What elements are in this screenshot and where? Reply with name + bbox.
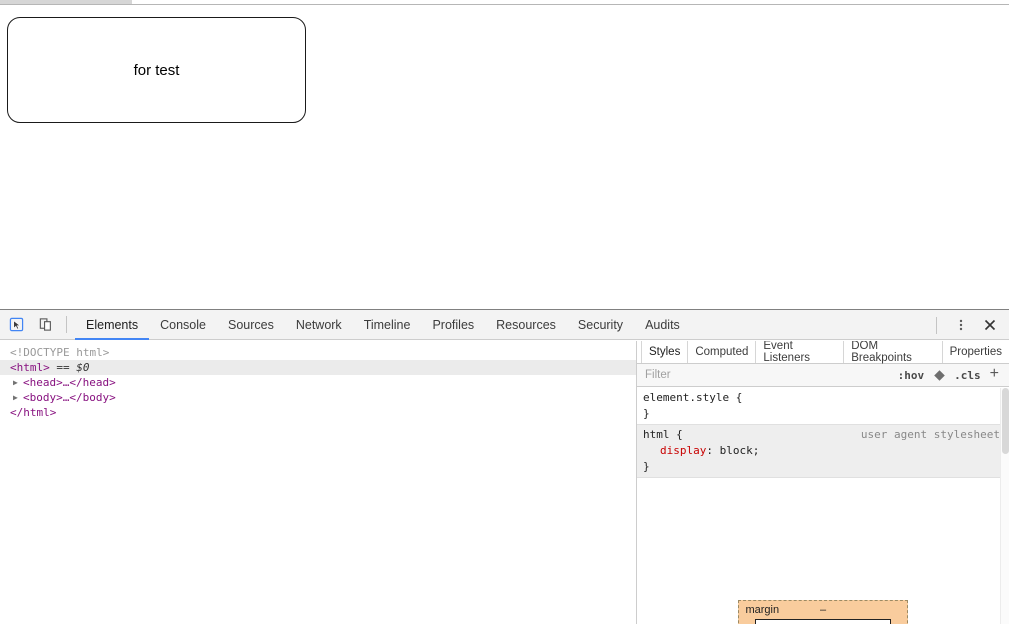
box-model-margin-top[interactable]: – [820, 602, 826, 618]
tab-profiles[interactable]: Profiles [421, 310, 485, 340]
box-model-border[interactable]: border – – – padding – – – 1020 × 118 – [755, 619, 891, 624]
tab-computed-label: Computed [695, 346, 749, 358]
dom-row-doctype[interactable]: <!DOCTYPE html> [0, 345, 636, 360]
styles-filter-row: :hov .cls + [637, 364, 1009, 387]
toolbar-divider [66, 316, 67, 333]
html-close-tag: </html> [10, 406, 57, 419]
tab-elements[interactable]: Elements [75, 310, 150, 340]
tab-dom-breakpoints[interactable]: DOM Breakpoints [844, 341, 943, 364]
dom-row-html-open[interactable]: <html> == $0 [0, 360, 636, 375]
devtools-panel: Elements Console Sources Network Timelin… [0, 309, 1009, 624]
tab-timeline[interactable]: Timeline [353, 310, 422, 340]
css-property-value[interactable]: block; [720, 444, 760, 457]
tab-audits-label: Audits [645, 317, 680, 332]
close-glyph [984, 319, 996, 331]
toolbar-right-group [928, 310, 1009, 340]
force-state-hov-button[interactable]: :hov [894, 369, 929, 382]
styles-scrollbar[interactable] [1000, 388, 1009, 624]
inspect-element-glyph [9, 317, 23, 332]
tab-sources[interactable]: Sources [217, 310, 285, 340]
styles-rules-list[interactable]: element.style { } user agent stylesheet … [637, 388, 1009, 624]
tab-sources-label: Sources [227, 317, 274, 332]
dom-tree: <!DOCTYPE html> <html> == $0 ▶ <head>…</h… [0, 341, 636, 420]
rule-close-brace: } [643, 407, 650, 420]
html-selected-marker: == $0 [56, 361, 90, 374]
style-rule-html[interactable]: user agent stylesheet html { display: bl… [637, 425, 1009, 478]
diamond-glyph [933, 369, 945, 381]
chevron-right-icon[interactable]: ▶ [13, 375, 23, 390]
css-property-name[interactable]: display [660, 444, 706, 457]
dom-row-head[interactable]: ▶ <head>…</head> [0, 375, 636, 390]
tab-security[interactable]: Security [567, 310, 634, 340]
toolbar-divider-right [936, 316, 937, 334]
tab-resources-label: Resources [496, 317, 556, 332]
browser-chrome-strip [0, 0, 1009, 5]
body-tag: <body>…</body> [23, 391, 116, 404]
rule-origin-label: user agent stylesheet [860, 428, 1000, 441]
tab-event-listeners-label: Event Listeners [763, 341, 811, 364]
test-box-label: for test [133, 61, 180, 79]
style-rule-element-style[interactable]: element.style { } [637, 388, 1009, 425]
devtools-body: <!DOCTYPE html> <html> == $0 ▶ <head>…</h… [0, 341, 1009, 624]
element-classes-button[interactable]: .cls [950, 369, 985, 382]
styles-scrollbar-thumb[interactable] [1002, 388, 1009, 454]
box-model-diagram: margin – – – border – – – padding – [637, 600, 1009, 624]
browser-tab-shade [0, 0, 132, 4]
dom-row-html-close[interactable]: </html> [0, 405, 636, 420]
rounded-test-box: for test [7, 17, 306, 123]
tab-event-listeners[interactable]: Event Listeners [756, 341, 845, 364]
tab-network[interactable]: Network [285, 310, 353, 340]
tab-styles[interactable]: Styles [641, 341, 689, 363]
styles-filter-input[interactable] [645, 369, 894, 381]
device-toolbar-icon[interactable] [32, 312, 58, 338]
box-model-margin[interactable]: margin – – – border – – – padding – [738, 600, 908, 624]
dom-tree-pane[interactable]: <!DOCTYPE html> <html> == $0 ▶ <head>…</h… [0, 341, 637, 624]
tab-properties-label: Properties [949, 346, 1002, 358]
css-colon: : [706, 444, 720, 457]
tab-security-label: Security [577, 317, 624, 332]
box-model-margin-label: margin [745, 604, 780, 616]
tab-dom-breakpoints-label: DOM Breakpoints [851, 341, 912, 364]
page-viewport: for test [0, 6, 1009, 309]
more-options-glyph [959, 319, 963, 331]
rule-close-brace: } [643, 460, 650, 473]
tab-elements-label: Elements [86, 317, 139, 332]
html-open-tag: <html> [10, 361, 50, 374]
tab-styles-label: Styles [649, 346, 681, 358]
devtools-toolbar: Elements Console Sources Network Timelin… [0, 310, 1009, 340]
tab-profiles-label: Profiles [432, 317, 475, 332]
devtools-tab-strip: Elements Console Sources Network Timelin… [75, 310, 691, 340]
tab-console[interactable]: Console [149, 310, 217, 340]
tab-network-label: Network [295, 317, 342, 332]
tab-computed[interactable]: Computed [688, 341, 757, 363]
doctype-text: <!DOCTYPE html> [10, 346, 110, 359]
tab-timeline-label: Timeline [363, 317, 411, 332]
tab-resources[interactable]: Resources [485, 310, 567, 340]
new-style-rule-button[interactable]: + [985, 366, 1003, 384]
rule-selector[interactable]: element.style { [643, 390, 1003, 406]
styles-sidebar-pane: Styles Computed Event Listeners DOM Brea… [637, 341, 1009, 624]
head-tag: <head>…</head> [23, 376, 116, 389]
inspect-element-icon[interactable] [3, 312, 29, 338]
color-palette-diamond-icon[interactable] [931, 367, 947, 383]
chevron-right-icon[interactable]: ▶ [13, 390, 23, 405]
more-options-icon[interactable] [948, 312, 974, 338]
styles-sidebar-tab-strip: Styles Computed Event Listeners DOM Brea… [637, 341, 1009, 364]
dom-row-body[interactable]: ▶ <body>…</body> [0, 390, 636, 405]
close-icon[interactable] [977, 312, 1003, 338]
tab-audits[interactable]: Audits [634, 310, 691, 340]
tab-console-label: Console [160, 317, 206, 332]
css-declaration[interactable]: display: block; [643, 443, 1003, 459]
device-toolbar-glyph [39, 318, 51, 331]
tab-properties[interactable]: Properties [943, 341, 1009, 363]
